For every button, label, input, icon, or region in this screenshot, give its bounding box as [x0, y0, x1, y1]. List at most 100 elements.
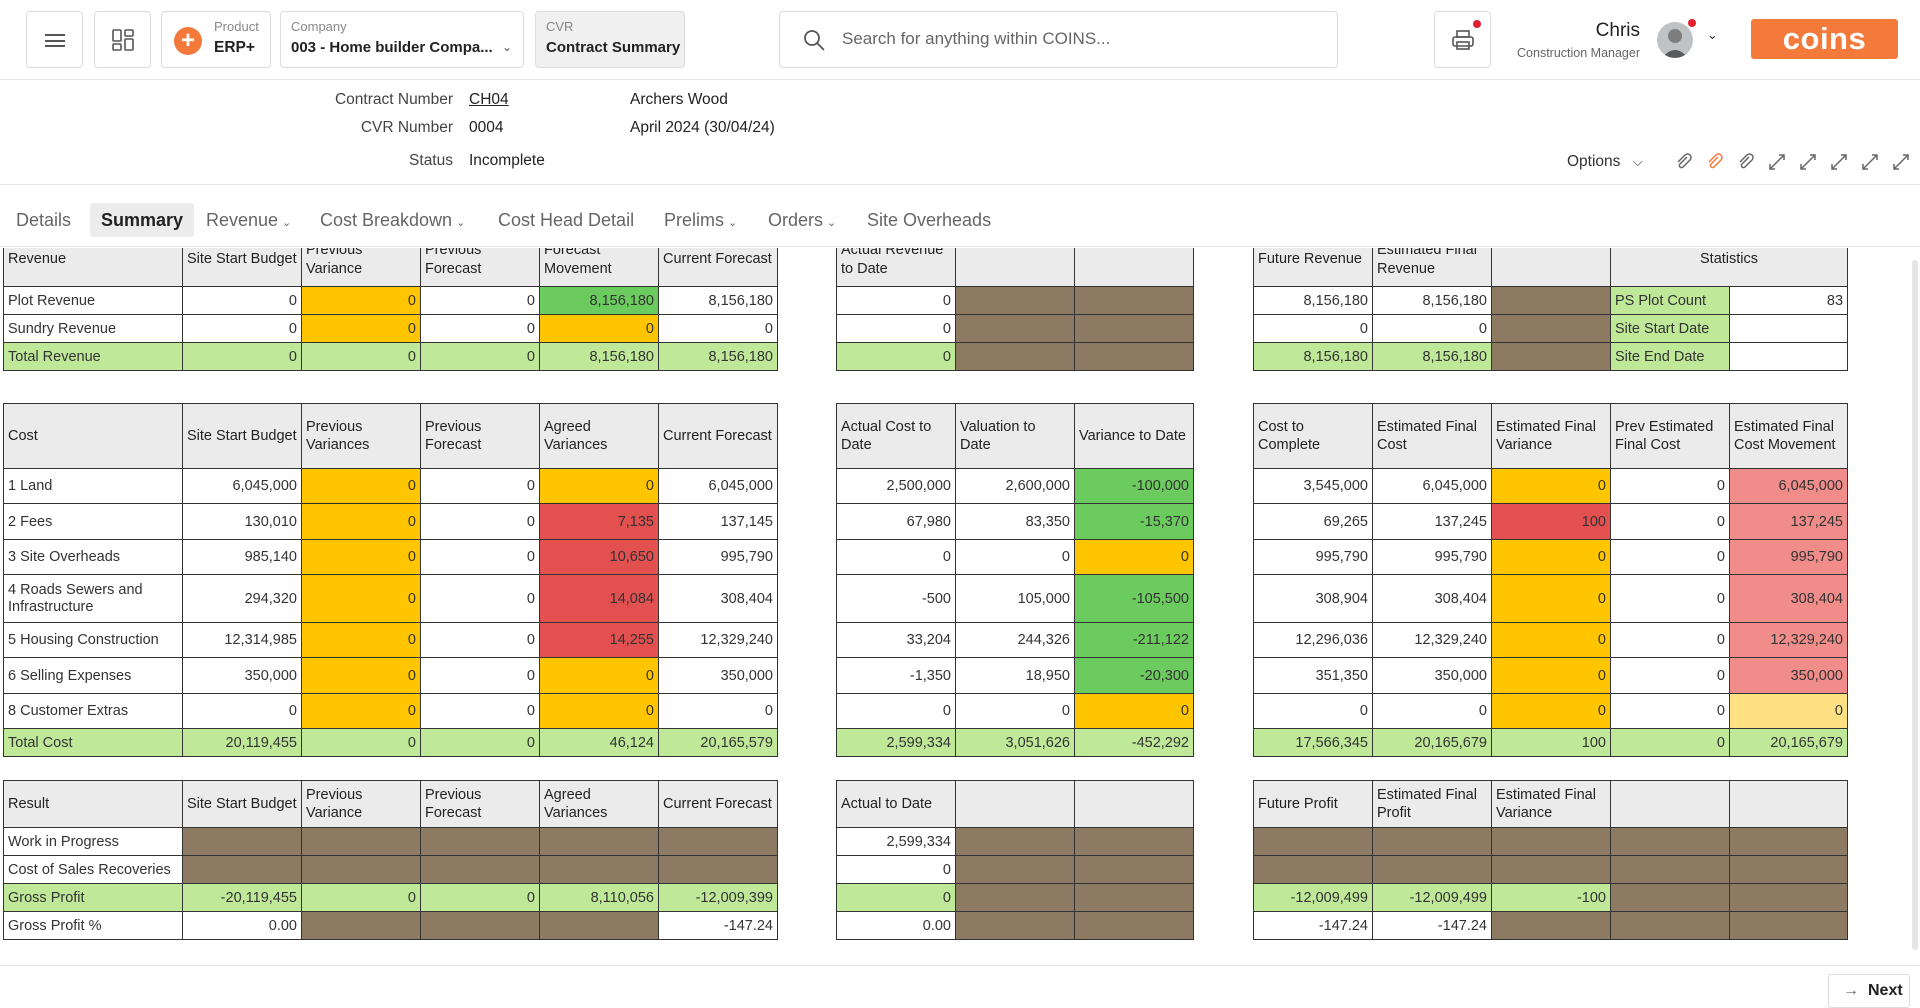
- table-cell[interactable]: 0: [836, 314, 956, 343]
- table-cell[interactable]: 0: [955, 693, 1075, 729]
- apps-button[interactable]: [94, 11, 151, 68]
- table-cell[interactable]: 0: [182, 286, 302, 315]
- search-input[interactable]: Search for anything within COINS...: [842, 29, 1110, 49]
- table-cell[interactable]: 351,350: [1253, 657, 1373, 694]
- vertical-scrollbar[interactable]: [1912, 260, 1918, 950]
- table-cell[interactable]: 0: [836, 286, 956, 315]
- table-cell[interactable]: 0: [1610, 574, 1730, 623]
- table-cell[interactable]: 0: [1491, 468, 1611, 504]
- table-cell[interactable]: 130,010: [182, 503, 302, 540]
- table-cell[interactable]: 0: [1610, 693, 1730, 729]
- table-cell[interactable]: 0: [301, 342, 421, 371]
- expand-icon[interactable]: [1767, 152, 1787, 172]
- tab-details[interactable]: Details: [5, 203, 82, 237]
- table-cell[interactable]: 0: [539, 468, 659, 504]
- menu-button[interactable]: [26, 11, 83, 68]
- table-cell[interactable]: 0: [301, 539, 421, 575]
- table-cell[interactable]: -500: [836, 574, 956, 623]
- table-cell[interactable]: 0: [1491, 539, 1611, 575]
- table-cell[interactable]: 0: [539, 314, 659, 343]
- search-bar[interactable]: Search for anything within COINS...: [779, 11, 1338, 68]
- expand-icon[interactable]: [1860, 152, 1880, 172]
- table-cell[interactable]: 0: [420, 286, 540, 315]
- table-cell[interactable]: 244,326: [955, 622, 1075, 658]
- next-button[interactable]: → Next: [1828, 974, 1910, 1008]
- table-cell[interactable]: 6,045,000: [1372, 468, 1492, 504]
- table-cell[interactable]: 33,204: [836, 622, 956, 658]
- contract-number-link[interactable]: CH04: [469, 91, 509, 109]
- table-cell[interactable]: -211,122: [1074, 622, 1194, 658]
- table-cell[interactable]: 8,156,180: [1253, 342, 1373, 371]
- table-cell[interactable]: 8,156,180: [658, 342, 778, 371]
- expand-icon[interactable]: [1829, 152, 1849, 172]
- table-cell[interactable]: 294,320: [182, 574, 302, 623]
- table-cell[interactable]: 137,245: [1372, 503, 1492, 540]
- options-dropdown[interactable]: Options ⌵: [1567, 153, 1643, 171]
- table-cell[interactable]: 12,329,240: [1729, 622, 1848, 658]
- table-cell[interactable]: 985,140: [182, 539, 302, 575]
- table-cell[interactable]: -452,292: [1074, 728, 1194, 757]
- table-cell[interactable]: 0: [955, 539, 1075, 575]
- table-cell[interactable]: 0: [836, 855, 956, 884]
- table-cell[interactable]: 0: [836, 693, 956, 729]
- table-cell[interactable]: 0: [301, 574, 421, 623]
- table-cell[interactable]: 6,045,000: [1729, 468, 1848, 504]
- tab-cost-head-detail[interactable]: Cost Head Detail: [487, 203, 645, 237]
- table-cell[interactable]: -100: [1491, 883, 1611, 912]
- table-cell[interactable]: 0: [658, 314, 778, 343]
- tab-prelims[interactable]: Prelims ⌄: [653, 203, 748, 237]
- table-cell[interactable]: 0: [420, 728, 540, 757]
- table-cell[interactable]: 0: [420, 503, 540, 540]
- table-cell[interactable]: 20,119,455: [182, 728, 302, 757]
- table-cell[interactable]: -105,500: [1074, 574, 1194, 623]
- table-cell[interactable]: 0: [182, 693, 302, 729]
- tab-orders[interactable]: Orders ⌄: [757, 203, 847, 237]
- table-cell[interactable]: 0: [836, 883, 956, 912]
- table-cell[interactable]: 67,980: [836, 503, 956, 540]
- table-cell[interactable]: 0: [301, 728, 421, 757]
- table-cell[interactable]: 0: [301, 503, 421, 540]
- table-cell[interactable]: 46,124: [539, 728, 659, 757]
- cvr-selector[interactable]: CVR Contract Summary: [535, 11, 685, 68]
- tab-revenue[interactable]: Revenue ⌄: [195, 203, 302, 237]
- table-cell[interactable]: 8,156,180: [1372, 286, 1492, 315]
- table-cell[interactable]: -1,350: [836, 657, 956, 694]
- table-cell[interactable]: -12,009,499: [1253, 883, 1373, 912]
- table-cell[interactable]: 0: [1253, 314, 1373, 343]
- table-cell[interactable]: 0: [301, 622, 421, 658]
- table-cell[interactable]: 308,404: [658, 574, 778, 623]
- table-cell[interactable]: 0.00: [836, 911, 956, 940]
- table-cell[interactable]: 0: [539, 693, 659, 729]
- table-cell[interactable]: 0: [1610, 503, 1730, 540]
- table-cell[interactable]: 18,950: [955, 657, 1075, 694]
- attachment-icon[interactable]: [1674, 152, 1694, 172]
- table-cell[interactable]: 350,000: [1729, 657, 1848, 694]
- tab-summary[interactable]: Summary: [90, 203, 195, 237]
- table-cell[interactable]: 0: [301, 468, 421, 504]
- table-cell[interactable]: 0: [1074, 539, 1194, 575]
- table-cell[interactable]: 995,790: [1729, 539, 1848, 575]
- table-cell[interactable]: -20,300: [1074, 657, 1194, 694]
- table-cell[interactable]: 2,599,334: [836, 728, 956, 757]
- table-cell[interactable]: 20,165,579: [658, 728, 778, 757]
- table-cell[interactable]: 308,404: [1729, 574, 1848, 623]
- table-cell[interactable]: 350,000: [658, 657, 778, 694]
- table-cell[interactable]: 14,255: [539, 622, 659, 658]
- table-cell[interactable]: 308,404: [1372, 574, 1492, 623]
- table-cell[interactable]: 0: [420, 314, 540, 343]
- table-cell[interactable]: 0: [1610, 468, 1730, 504]
- table-cell[interactable]: -147.24: [1253, 911, 1373, 940]
- table-cell[interactable]: 0: [301, 314, 421, 343]
- table-cell[interactable]: 105,000: [955, 574, 1075, 623]
- company-selector[interactable]: Company 003 - Home builder Compa... ⌄: [280, 11, 524, 68]
- table-cell[interactable]: 12,329,240: [1372, 622, 1492, 658]
- table-cell[interactable]: 20,165,679: [1372, 728, 1492, 757]
- table-cell[interactable]: 0: [420, 342, 540, 371]
- table-cell[interactable]: 14,084: [539, 574, 659, 623]
- table-cell[interactable]: 350,000: [182, 657, 302, 694]
- table-cell[interactable]: 3,545,000: [1253, 468, 1373, 504]
- table-cell[interactable]: -147.24: [1372, 911, 1492, 940]
- expand-icon[interactable]: [1798, 152, 1818, 172]
- table-cell[interactable]: -100,000: [1074, 468, 1194, 504]
- table-cell[interactable]: 995,790: [1253, 539, 1373, 575]
